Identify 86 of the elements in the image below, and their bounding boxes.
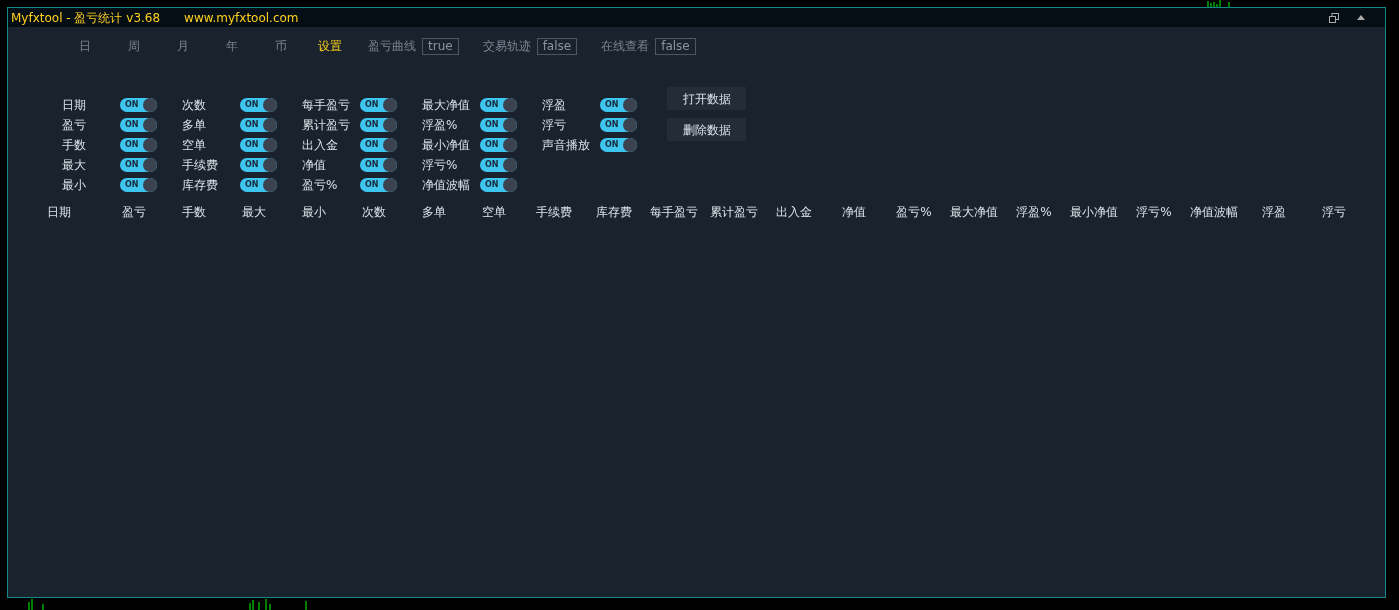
column-header: 手数 [182,204,206,221]
toggle-label: 库存费 [182,177,219,194]
column-header: 累计盈亏 [710,204,758,221]
column-header: 净值波幅 [1190,204,1238,221]
toggle-switch[interactable]: ON [120,178,157,192]
toggle-switch[interactable]: ON [600,98,637,112]
toggle-label: 日期 [62,97,87,114]
toggle-label: 最小 [62,177,87,194]
toggle-switch[interactable]: ON [240,118,277,132]
toggle-label: 浮盈% [422,117,459,134]
column-header: 浮盈% [1016,204,1052,221]
collapse-icon[interactable] [1357,15,1365,20]
tab[interactable]: 币 [256,37,305,55]
column-header: 出入金 [776,204,812,221]
toggle-label: 盈亏% [302,177,339,194]
toggle-switch[interactable]: ON [480,98,517,112]
option-label: 盈亏曲线 [368,38,416,55]
toggle-label: 每手盈亏 [302,97,351,114]
tab[interactable]: 日 [60,37,109,55]
toggle-switch[interactable]: ON [600,118,637,132]
toggle-switch[interactable]: ON [480,178,517,192]
toggle-switch[interactable]: ON [120,98,157,112]
column-header: 最大净值 [950,204,998,221]
toggle-switch[interactable]: ON [600,138,637,152]
option-label: 在线查看 [601,38,650,55]
toggle-switch[interactable]: ON [480,158,517,172]
column-header: 每手盈亏 [650,204,698,221]
toggle-switch[interactable]: ON [240,178,277,192]
column-header: 盈亏% [896,204,932,221]
toggle-label: 净值 [302,157,327,174]
toggle-switch[interactable]: ON [120,158,157,172]
tab[interactable]: 设置 [305,37,354,55]
toggle-label: 声音播放 [542,137,591,154]
toggle-switch[interactable]: ON [360,138,397,152]
column-header: 库存费 [596,204,632,221]
column-header: 浮亏% [1136,204,1172,221]
value-field[interactable]: true [422,37,459,55]
toggle-switch[interactable]: ON [240,98,277,112]
toggle-switch[interactable]: ON [120,138,157,152]
toggle-label: 出入金 [302,137,339,154]
toggle-label: 手续费 [182,157,219,174]
toggle-switch[interactable]: ON [360,118,397,132]
column-header: 手续费 [536,204,572,221]
toggle-label: 多单 [182,117,207,134]
toggle-switch[interactable]: ON [360,158,397,172]
toggle-switch[interactable]: ON [480,138,517,152]
restore-icon[interactable] [1329,12,1339,23]
toggle-switch[interactable]: ON [360,178,397,192]
column-header: 最大 [242,204,266,221]
column-header: 净值 [842,204,866,221]
column-header: 最小净值 [1070,204,1118,221]
toggle-label: 浮亏 [542,117,567,134]
toggle-switch[interactable]: ON [360,98,397,112]
tab[interactable]: 周 [109,37,158,55]
toggle-label: 最大 [62,157,87,174]
value-field[interactable]: false [536,37,578,55]
column-header: 空单 [482,204,506,221]
toggle-label: 手数 [62,137,87,154]
toggle-label: 浮亏% [422,157,459,174]
toggle-switch[interactable]: ON [480,118,517,132]
website-link[interactable]: www.myfxtool.com [184,8,299,27]
column-header: 次数 [362,204,386,221]
option-label: 交易轨迹 [482,38,531,55]
column-header: 浮亏 [1322,204,1346,221]
column-header: 盈亏 [122,204,146,221]
column-header: 多单 [422,204,446,221]
toggle-switch[interactable]: ON [120,118,157,132]
toggle-label: 浮盈 [542,97,567,114]
toggle-label: 净值波幅 [422,177,471,194]
toggle-switch[interactable]: ON [240,138,277,152]
action-button[interactable]: 打开数据 [667,87,746,110]
value-field[interactable]: false [655,37,696,55]
toggle-label: 累计盈亏 [302,117,351,134]
toggle-label: 最小净值 [422,137,471,154]
tab[interactable]: 年 [207,37,256,55]
toggle-label: 最大净值 [422,97,471,114]
window-title: Myfxtool - 盈亏统计 v3.68 [11,9,161,27]
tab[interactable]: 月 [158,37,207,55]
column-header: 浮盈 [1262,204,1286,221]
toggle-label: 次数 [182,97,207,114]
action-button[interactable]: 删除数据 [667,118,746,141]
column-header: 日期 [47,204,71,221]
toggle-switch[interactable]: ON [240,158,277,172]
toggle-label: 空单 [182,137,207,154]
toggle-label: 盈亏 [62,117,87,134]
column-header: 最小 [302,204,326,221]
